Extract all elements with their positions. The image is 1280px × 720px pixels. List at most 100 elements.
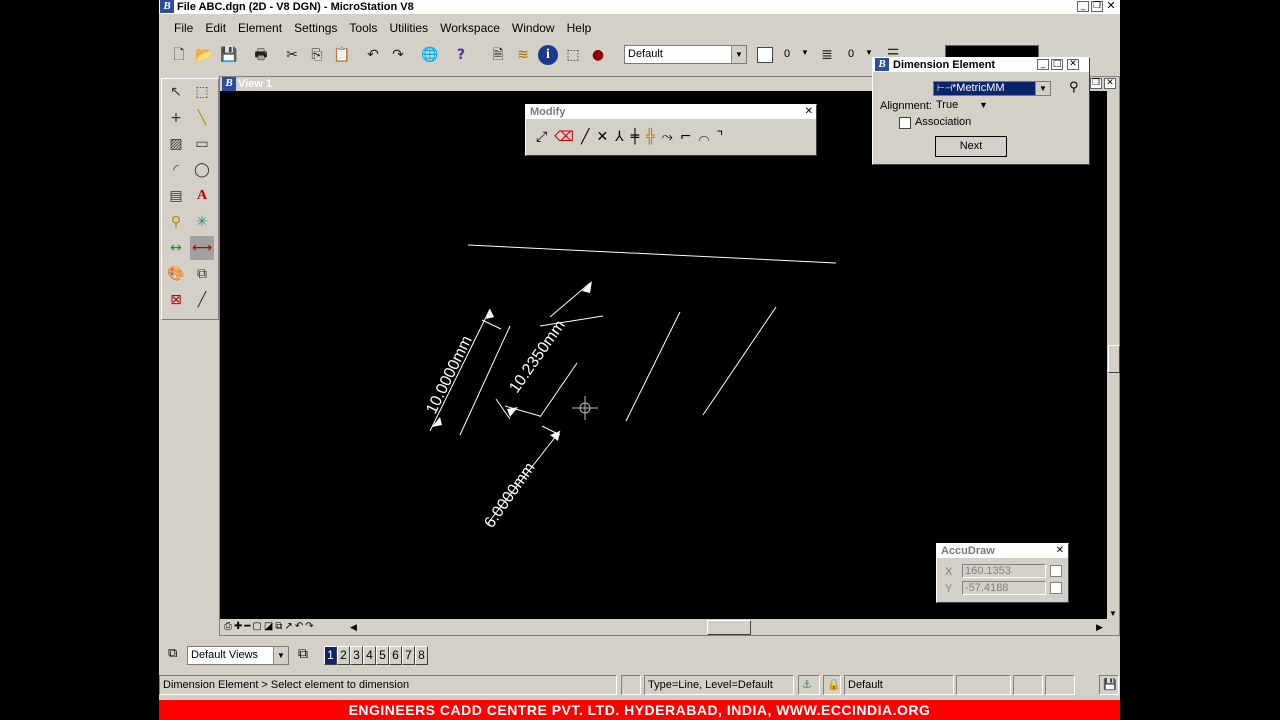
trim-icon[interactable]: ✕ xyxy=(596,129,615,145)
pin-icon[interactable]: ⚲ xyxy=(164,210,188,234)
line-icon[interactable]: ╱ xyxy=(190,288,214,312)
dialog-close-icon[interactable]: ✕ xyxy=(1067,59,1079,70)
redo-icon[interactable]: ↷ xyxy=(388,45,408,65)
save-icon[interactable]: 💾 xyxy=(219,45,239,65)
menu-help[interactable]: Help xyxy=(561,17,598,39)
line-style-icon[interactable]: ≣ xyxy=(817,45,837,65)
menu-window[interactable]: Window xyxy=(506,17,561,39)
view-button-7[interactable]: 7 xyxy=(402,646,415,665)
save-status-icon[interactable]: 💾 xyxy=(1099,675,1119,695)
snap-icon[interactable]: ✳ xyxy=(190,210,214,234)
levels-icon[interactable]: ≋ xyxy=(513,45,533,65)
restore-icon[interactable]: ❐ xyxy=(1091,1,1103,12)
hatch-icon[interactable]: ▨ xyxy=(164,132,188,156)
dimension-icon[interactable]: ⟷ xyxy=(190,236,214,260)
view-group-combo[interactable]: Default Views ▼ xyxy=(187,646,289,665)
lock-icon[interactable]: 🔒 xyxy=(823,675,841,695)
vertical-scroll-thumb[interactable] xyxy=(1108,345,1120,373)
rectangle-icon[interactable]: ▭ xyxy=(190,132,214,156)
cell-icon[interactable]: ▤ xyxy=(164,184,188,208)
active-level-combo[interactable]: Default ▼ xyxy=(624,45,747,64)
chevron-down-icon[interactable]: ▼ xyxy=(731,46,746,63)
menu-file[interactable]: File xyxy=(168,17,199,39)
cut-icon[interactable]: ✂ xyxy=(282,45,302,65)
partial-delete-icon[interactable]: ⌐ xyxy=(680,129,699,145)
chamfer-icon[interactable]: ⌝ xyxy=(717,129,731,145)
open-file-icon[interactable]: 📂 xyxy=(194,45,214,65)
measure-icon[interactable]: ↔ xyxy=(164,236,188,260)
extend-line-icon[interactable]: ╱ xyxy=(581,129,596,145)
text-icon[interactable]: A xyxy=(190,184,214,208)
horizontal-scroll-thumb[interactable] xyxy=(707,620,751,635)
select-box-icon[interactable]: ⬚ xyxy=(563,45,583,65)
group-icon[interactable]: ⧉ xyxy=(190,262,214,286)
view-close-icon[interactable]: ✕ xyxy=(1104,78,1116,89)
line-4[interactable] xyxy=(702,306,777,416)
view-button-2[interactable]: 2 xyxy=(337,646,350,665)
y-value-field[interactable]: -57.4188 xyxy=(962,581,1046,595)
insert-vertex-icon[interactable]: ╬ xyxy=(646,129,661,145)
alignment-combo[interactable]: True ▼ xyxy=(933,98,993,113)
palette-icon[interactable]: 🎨 xyxy=(164,262,188,286)
accudraw-close-icon[interactable]: ✕ xyxy=(1056,544,1064,557)
horizontal-line[interactable] xyxy=(467,244,837,264)
menu-element[interactable]: Element xyxy=(232,17,288,39)
x-value-field[interactable]: 160.1353 xyxy=(962,564,1046,578)
menu-tools[interactable]: Tools xyxy=(343,17,383,39)
fence-icon[interactable]: ⬚ xyxy=(190,80,214,104)
new-file-icon[interactable]: 🗋 xyxy=(169,45,189,65)
element-selection-icon[interactable]: ↖ xyxy=(164,80,188,104)
view-restore-icon[interactable]: ❐ xyxy=(1090,78,1102,89)
y-lock-checkbox[interactable] xyxy=(1050,582,1062,594)
reference-icon[interactable]: 🗎 xyxy=(488,45,508,65)
copy-icon[interactable]: ⎘ xyxy=(307,45,327,65)
modify-close-icon[interactable]: ✕ xyxy=(805,105,813,118)
view-button-1[interactable]: 1 xyxy=(324,646,337,665)
delete-part-icon[interactable]: ⌫ xyxy=(554,129,581,145)
minimize-icon[interactable]: _ xyxy=(1077,1,1089,12)
element-info-icon[interactable]: i xyxy=(538,45,558,65)
dimension-style-combo[interactable]: *MetricMM ⊢⊣ ▼ xyxy=(933,81,1051,96)
drawing-canvas[interactable]: 10.0000mm 10.2350mm 6.0000mm xyxy=(220,91,1108,619)
snap-mode-icon[interactable]: ⚓ xyxy=(798,675,820,695)
vertical-scrollbar[interactable]: ▼ xyxy=(1107,91,1120,623)
menu-settings[interactable]: Settings xyxy=(288,17,343,39)
next-button[interactable]: Next xyxy=(935,136,1007,157)
delete-vertex-icon[interactable]: ⤳ xyxy=(662,129,680,145)
fillet-icon[interactable]: ⌒ xyxy=(699,129,717,145)
delete-icon[interactable]: ⊠ xyxy=(164,288,188,312)
x-lock-checkbox[interactable] xyxy=(1050,565,1062,577)
print-icon[interactable]: 🖶 xyxy=(251,45,271,65)
help-icon[interactable]: ? xyxy=(451,45,471,65)
dialog-minimize-icon[interactable]: _ xyxy=(1037,59,1049,70)
close-icon[interactable]: ✕ xyxy=(1105,0,1117,12)
view-button-3[interactable]: 3 xyxy=(350,646,363,665)
render-icon[interactable]: ● xyxy=(588,45,608,65)
view-button-8[interactable]: 8 xyxy=(415,646,428,665)
dialog-maximize-icon[interactable]: □ xyxy=(1051,59,1063,70)
menu-utilities[interactable]: Utilities xyxy=(383,17,434,39)
paste-icon[interactable]: 📋 xyxy=(332,45,352,65)
scroll-left-icon[interactable]: ◀ xyxy=(350,619,357,635)
scroll-down-icon[interactable]: ▼ xyxy=(1109,609,1117,618)
view-windows-icon[interactable]: ⧉ xyxy=(298,646,308,662)
modify-element-icon[interactable]: ⤢ xyxy=(536,129,554,145)
intersect-icon[interactable]: ⅄ xyxy=(615,129,631,145)
view-button-6[interactable]: 6 xyxy=(389,646,402,665)
view-button-5[interactable]: 5 xyxy=(376,646,389,665)
break-icon[interactable]: ╪ xyxy=(631,129,646,145)
line-3[interactable] xyxy=(625,311,681,422)
chevron-down-icon[interactable]: ▼ xyxy=(273,647,288,664)
scroll-right-icon[interactable]: ▶ xyxy=(1096,619,1103,635)
arc-icon[interactable]: ◜ xyxy=(164,158,188,182)
chevron-down-icon[interactable]: ▼ xyxy=(1035,82,1050,95)
menu-edit[interactable]: Edit xyxy=(199,17,232,39)
association-checkbox[interactable] xyxy=(899,117,911,129)
search-icon[interactable]: ⚲ xyxy=(1069,80,1079,95)
color-swatch[interactable] xyxy=(757,47,773,63)
place-point-icon[interactable]: + xyxy=(164,106,188,130)
view-button-4[interactable]: 4 xyxy=(363,646,376,665)
globe-icon[interactable]: 🌐 xyxy=(420,45,440,65)
smartline-icon[interactable]: ╲ xyxy=(190,106,214,130)
chevron-down-icon[interactable]: ▼ xyxy=(865,48,873,57)
